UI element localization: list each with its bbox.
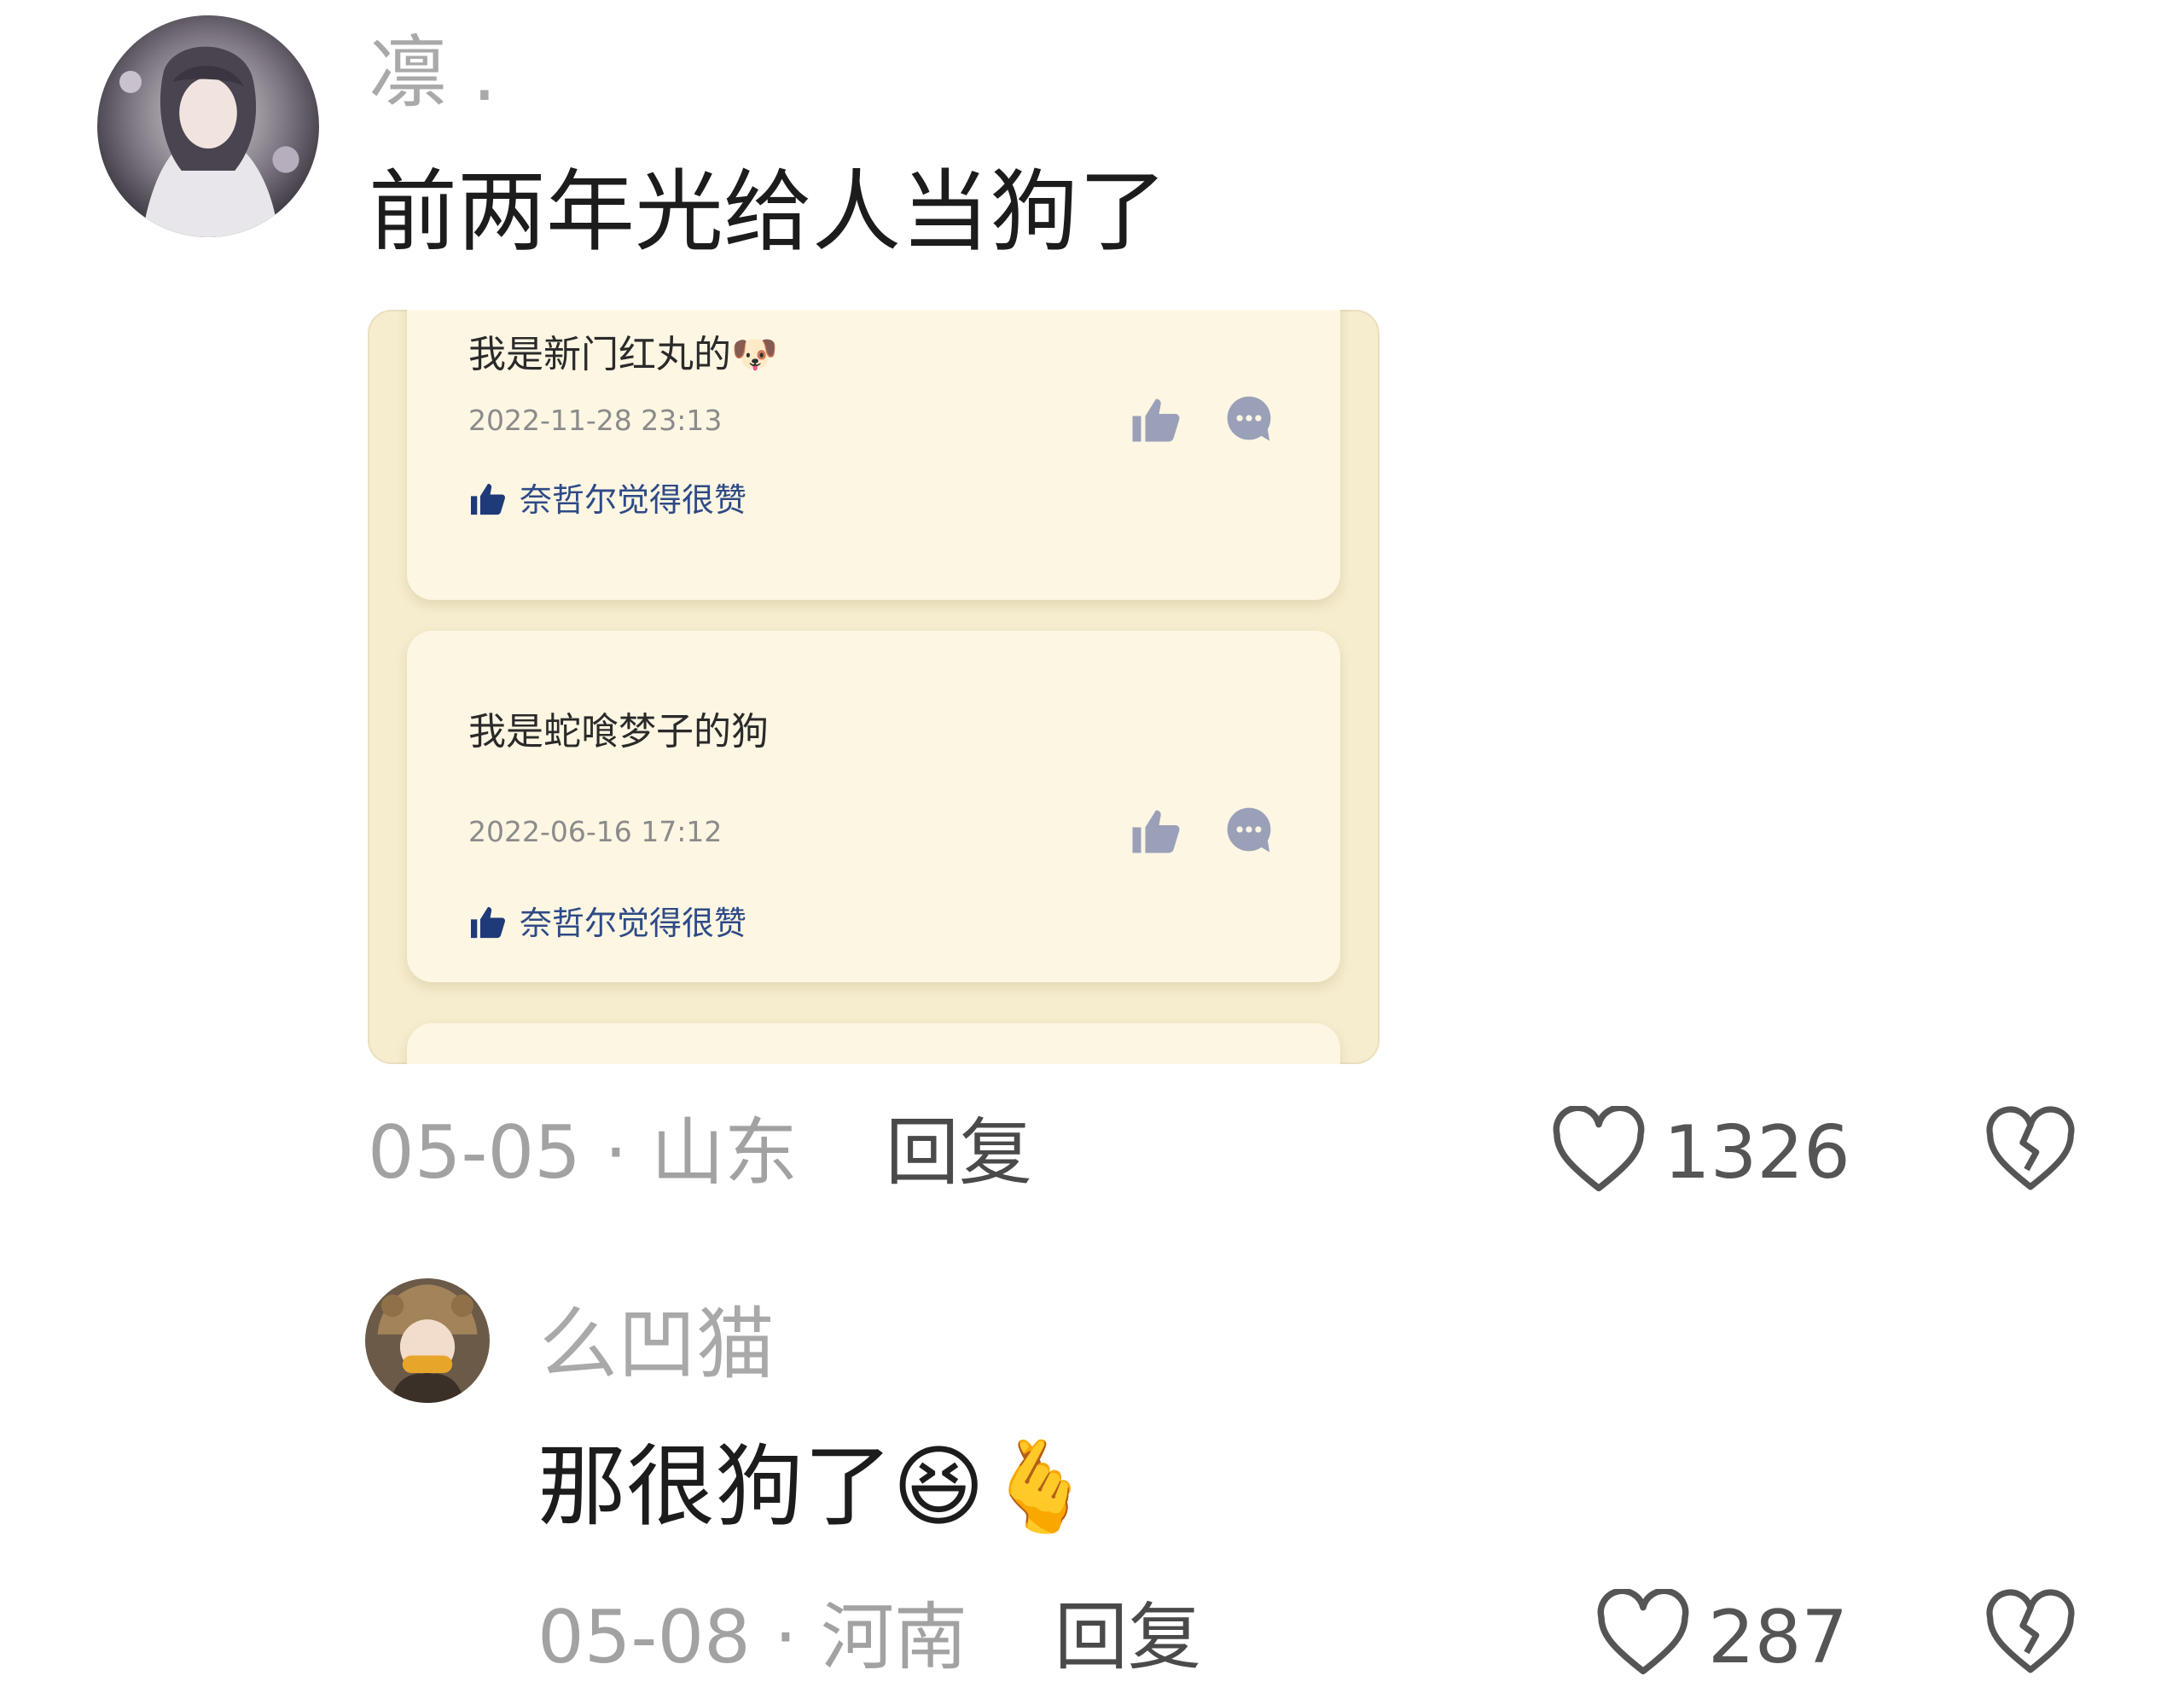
comment-date-location: 05-05 · 山东 <box>368 1116 798 1190</box>
comment-text: 那很狗了😆🫰 <box>537 1434 1095 1539</box>
comment-date-location: 05-08 · 河南 <box>537 1601 967 1674</box>
attached-screenshot[interactable]: 我是新门红丸的🐶 2022-11-28 23:13 奈哲尔觉得很赞 我是蛇喰梦子… <box>368 310 1380 1064</box>
separator: · <box>774 1595 798 1680</box>
username[interactable]: 么凹猫 <box>539 1306 775 1384</box>
card-timestamp: 2022-11-28 23:13 <box>468 404 723 437</box>
avatar[interactable] <box>365 1278 490 1403</box>
card-text: 我是蛇喰梦子的狗 <box>468 710 769 754</box>
avatar[interactable] <box>97 15 319 237</box>
broken-heart-icon[interactable] <box>1984 1589 2077 1678</box>
reply-button[interactable]: 回复 <box>886 1116 1032 1190</box>
card-thumbs-up-icon <box>1130 397 1182 445</box>
username[interactable]: 凛 . <box>369 34 497 113</box>
comment-date: 05-05 <box>368 1110 581 1196</box>
thumbs-up-icon <box>468 905 508 940</box>
reply-button[interactable]: 回复 <box>1054 1601 1201 1674</box>
screenshot-card: 我是新门红丸的🐶 2022-11-28 23:13 奈哲尔觉得很赞 <box>407 310 1340 600</box>
thumbs-up-icon <box>468 482 508 516</box>
comment-date: 05-08 <box>537 1595 751 1680</box>
card-chat-bubble-icon <box>1224 805 1274 854</box>
card-thumbs-up-icon <box>1130 808 1182 856</box>
card-timestamp: 2022-06-16 17:12 <box>468 815 723 848</box>
card-liked-by: 奈哲尔觉得很赞 <box>468 897 746 944</box>
card-text: 我是新门红丸的🐶 <box>468 333 778 376</box>
screenshot-card: 我是蛇喰梦子的狗 2022-06-16 17:12 奈哲尔觉得很赞 <box>407 631 1340 982</box>
like-count: 287 <box>1708 1595 1849 1680</box>
comment-text: 前两年光给人当狗了 <box>369 160 1168 264</box>
screenshot-card <box>407 1023 1340 1064</box>
like-count: 1326 <box>1664 1110 1850 1196</box>
broken-heart-icon[interactable] <box>1984 1106 2077 1195</box>
heart-outline-icon[interactable] <box>1595 1589 1691 1678</box>
card-liked-by: 奈哲尔觉得很赞 <box>468 474 746 521</box>
heart-outline-icon[interactable] <box>1551 1106 1647 1195</box>
comment-location: 山东 <box>650 1110 798 1196</box>
comment-location: 河南 <box>820 1595 967 1680</box>
card-chat-bubble-icon <box>1224 393 1274 443</box>
separator: · <box>604 1110 628 1196</box>
